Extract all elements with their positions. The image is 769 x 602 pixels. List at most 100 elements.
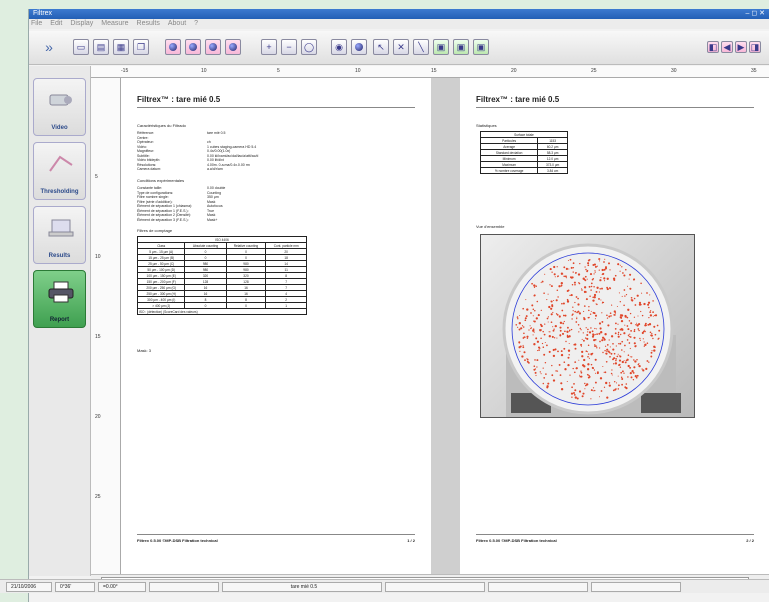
window-controls[interactable]: – ◻ ✕ [746,9,769,19]
menu-help[interactable]: ? [194,19,198,29]
particle-mark [563,347,566,350]
sidebar-item-results[interactable]: Results [33,206,86,264]
line-icon[interactable]: ╲ [413,39,429,55]
delete-icon[interactable]: ✕ [393,39,409,55]
next-page-icon[interactable]: ▶ [735,41,747,53]
particle-mark [584,266,586,268]
sidebar-item-thresholding[interactable]: Thresholding [33,142,86,200]
particle-mark [654,333,657,336]
forward-icon[interactable] [225,39,241,55]
particle-mark [646,292,648,294]
report-save-icon[interactable]: ▣ [453,39,469,55]
sidebar-item-video[interactable]: Video [33,78,86,136]
particle-mark [567,289,570,292]
particle-mark [624,314,627,317]
particle-mark [638,323,641,326]
last-page-icon[interactable]: ◨ [749,41,761,53]
particle-mark [621,295,623,297]
particle-mark [561,302,563,305]
particle-mark [626,358,629,361]
particle-mark [593,296,596,299]
particle-mark [536,366,538,368]
particle-mark [578,331,580,333]
particle-mark [614,312,617,314]
prev-page-icon[interactable]: ◀ [721,41,733,53]
membrane-image [502,243,681,417]
particle-mark [583,278,586,281]
copy-icon[interactable]: ❐ [133,39,149,55]
sidebar: Video Thresholding Results Report [29,66,91,576]
particle-mark [595,290,598,293]
menu-bar: File Edit Display Measure Results About … [29,19,769,29]
rewind-icon[interactable] [185,39,201,55]
particle-mark [583,305,586,307]
particle-mark [586,269,589,272]
particle-mark [590,285,593,288]
menu-about[interactable]: About [168,19,186,29]
title-bar: Filtrex – ◻ ✕ [29,9,769,19]
particle-mark [625,268,627,271]
target-icon[interactable] [351,39,367,55]
menu-results[interactable]: Results [137,19,160,29]
menu-file[interactable]: File [31,19,42,29]
particle-mark [621,340,624,343]
particle-mark [651,332,653,335]
first-page-icon[interactable]: ◧ [707,41,719,53]
particle-mark [603,261,605,263]
status-bar: 21/10/2006 0°36' =0.00° tare mié 0.5 [0,579,769,593]
particle-mark [547,382,550,385]
particle-mark [558,315,561,318]
particle-mark [536,359,539,362]
particle-mark [610,372,613,375]
report-export-icon[interactable]: ▣ [473,39,489,55]
particle-mark [540,337,542,339]
particle-mark [536,300,539,303]
zoom-in-icon[interactable]: + [261,39,277,55]
record-icon[interactable] [165,39,181,55]
particle-mark [633,328,636,331]
save-icon[interactable]: ▤ [93,39,109,55]
particle-mark [560,353,564,357]
menu-display[interactable]: Display [70,19,93,29]
particle-mark [555,313,558,315]
particle-mark [602,351,604,354]
sidebar-item-report[interactable]: Report [33,270,86,328]
particle-mark [637,328,640,330]
particle-mark [552,326,554,328]
play-icon[interactable] [205,39,221,55]
fit-icon[interactable]: ◯ [301,39,317,55]
particle-mark [619,264,621,266]
print-icon[interactable]: ▦ [113,39,129,55]
particle-mark [617,333,620,336]
table-body: 5 µm - 15 µm (A) 0 0 20 15 µm - 25 µm (B) 0 0 1… [136,248,307,309]
report-icon[interactable]: ▣ [433,39,449,55]
particle-mark [625,387,628,390]
particle-mark [582,332,584,334]
particle-mark [565,340,567,343]
menu-measure[interactable]: Measure [101,19,128,29]
particle-mark [537,346,541,349]
particle-mark [566,300,570,303]
particle-mark [593,293,597,297]
particle-mark [633,342,636,345]
zoom-out-icon[interactable]: − [281,39,297,55]
particle-mark [587,264,590,267]
menu-edit[interactable]: Edit [50,19,62,29]
particle-mark [652,300,654,302]
nav-forward-icon[interactable]: » [35,39,63,55]
particle-mark [627,334,630,336]
particle-mark [609,355,611,358]
particle-mark [637,363,639,366]
open-icon[interactable]: ▭ [73,39,89,55]
particle-mark [586,383,589,386]
particle-mark [627,364,630,368]
particle-mark [517,318,519,320]
particle-mark [633,336,636,339]
particle-mark [580,375,583,378]
particle-mark [606,277,609,280]
particle-mark [593,273,595,275]
camera-icon[interactable]: ◉ [331,39,347,55]
particle-mark [594,318,596,320]
report-canvas[interactable]: Filtrex™ : tare mié 0.5 Caractéristiques… [121,78,769,574]
pointer-icon[interactable]: ↖ [373,39,389,55]
